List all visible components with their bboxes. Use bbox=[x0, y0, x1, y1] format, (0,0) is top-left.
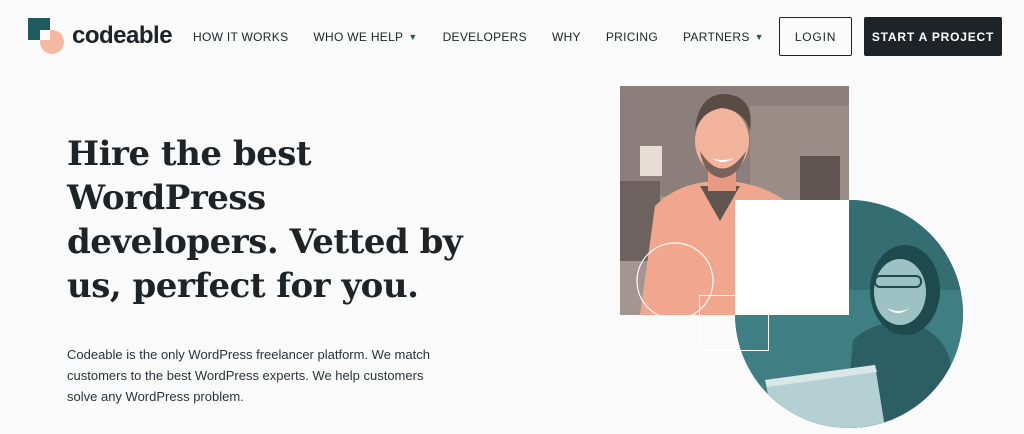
nav-label: DEVELOPERS bbox=[442, 30, 527, 44]
nav-who-we-help[interactable]: WHO WE HELP ▼ bbox=[313, 30, 417, 44]
nav-developers[interactable]: DEVELOPERS bbox=[443, 30, 527, 44]
nav-label: WHO WE HELP bbox=[313, 30, 404, 44]
nav-label: HOW IT WORKS bbox=[193, 30, 289, 44]
logo-mark-icon bbox=[28, 18, 64, 54]
nav-pricing[interactable]: PRICING bbox=[606, 30, 658, 44]
nav-label: PARTNERS bbox=[682, 30, 750, 44]
nav-why[interactable]: WHY bbox=[552, 30, 581, 44]
hero-description: Codeable is the only WordPress freelance… bbox=[67, 347, 430, 404]
chevron-down-icon: ▼ bbox=[754, 32, 764, 42]
logo-text: codeable bbox=[72, 22, 173, 49]
nav-label: WHY bbox=[551, 30, 581, 44]
nav-how-it-works[interactable]: HOW IT WORKS bbox=[193, 30, 288, 44]
codeable-logo[interactable]: codeable bbox=[28, 17, 173, 55]
site-header: codeable HOW IT WORKS WHO WE HELP ▼ DEVE… bbox=[0, 0, 1024, 76]
nav-label: PRICING bbox=[605, 30, 658, 44]
nav-partners[interactable]: PARTNERS ▼ bbox=[683, 30, 764, 44]
decorative-outline-square bbox=[699, 295, 769, 351]
login-button[interactable]: LOGIN bbox=[779, 17, 852, 56]
hero-title: Hire the best WordPress developers. Vett… bbox=[67, 134, 463, 306]
start-project-button[interactable]: START A PROJECT bbox=[864, 17, 1002, 56]
chevron-down-icon: ▼ bbox=[408, 32, 418, 42]
main-nav: HOW IT WORKS WHO WE HELP ▼ DEVELOPERS WH… bbox=[193, 30, 789, 44]
